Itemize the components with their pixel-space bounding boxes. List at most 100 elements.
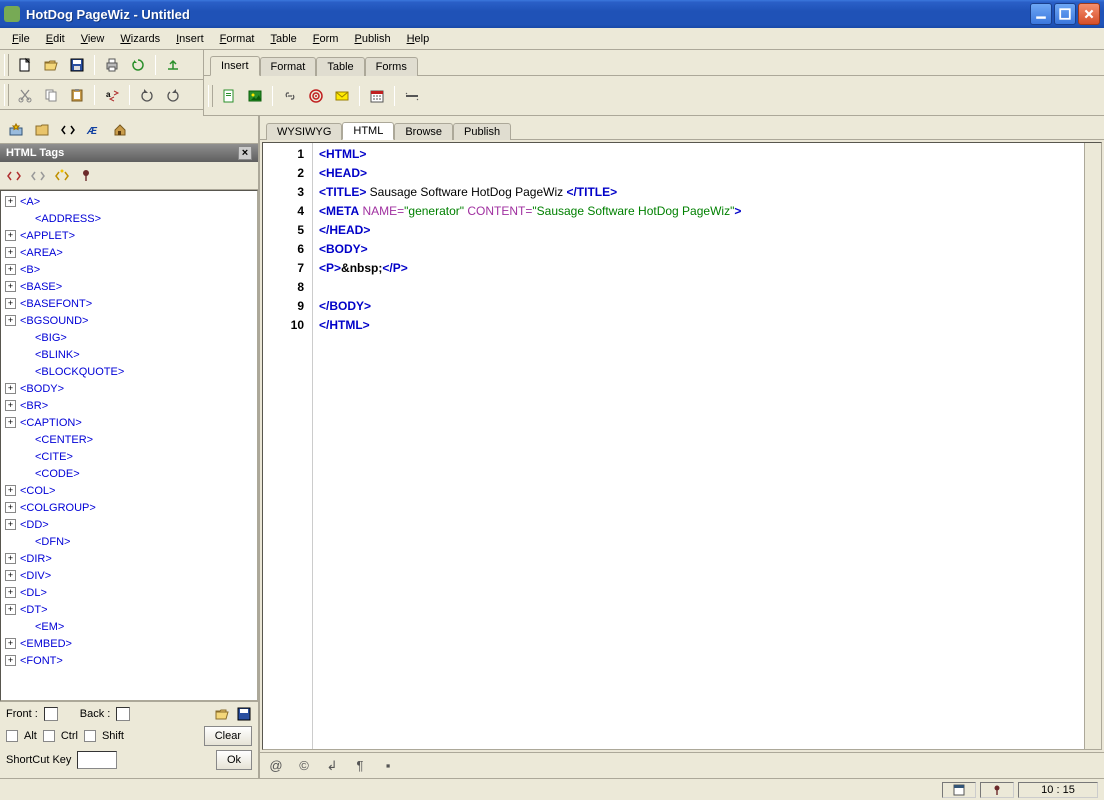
menu-publish[interactable]: Publish xyxy=(346,31,398,47)
tag-tool-pin-icon[interactable] xyxy=(78,168,94,184)
expander-icon[interactable]: + xyxy=(5,519,16,530)
tree-item[interactable]: +<APPLET> xyxy=(5,227,257,244)
tree-item[interactable]: +<BGSOUND> xyxy=(5,312,257,329)
insert-page-button[interactable] xyxy=(217,84,241,108)
maximize-button[interactable] xyxy=(1054,3,1076,25)
view-tab-html[interactable]: HTML xyxy=(342,122,394,140)
tree-item[interactable]: +<AREA> xyxy=(5,244,257,261)
menu-file[interactable]: File xyxy=(4,31,38,47)
close-button[interactable] xyxy=(1078,3,1100,25)
ok-button[interactable]: Ok xyxy=(216,750,252,770)
expander-icon[interactable]: + xyxy=(5,230,16,241)
tree-item[interactable]: +<BODY> xyxy=(5,380,257,397)
tree-item[interactable]: +<EMBED> xyxy=(5,635,257,652)
save-button[interactable] xyxy=(65,53,89,77)
top-tab-forms[interactable]: Forms xyxy=(365,57,418,76)
paste-button[interactable] xyxy=(65,83,89,107)
publish-button[interactable] xyxy=(161,53,185,77)
insert-target-button[interactable] xyxy=(304,84,328,108)
undo-button[interactable] xyxy=(135,83,159,107)
status-window-icon[interactable] xyxy=(942,782,976,798)
expander-icon[interactable]: + xyxy=(5,196,16,207)
menu-edit[interactable]: Edit xyxy=(38,31,73,47)
block-icon[interactable]: ▪ xyxy=(380,758,396,774)
expander-icon[interactable]: + xyxy=(5,298,16,309)
menu-table[interactable]: Table xyxy=(263,31,305,47)
shortcut-input[interactable] xyxy=(77,751,117,769)
redo-button[interactable] xyxy=(161,83,185,107)
new-file-button[interactable] xyxy=(13,53,37,77)
tree-item[interactable]: <BLOCKQUOTE> xyxy=(5,363,257,380)
top-tab-format[interactable]: Format xyxy=(260,57,317,76)
open-file-button[interactable] xyxy=(39,53,63,77)
tree-item[interactable]: <BLINK> xyxy=(5,346,257,363)
code-editor[interactable]: 12345678910 <HTML><HEAD><TITLE> Sausage … xyxy=(262,142,1102,750)
tree-item[interactable]: +<DT> xyxy=(5,601,257,618)
back-color-box[interactable] xyxy=(116,707,130,721)
tree-item[interactable]: +<BASEFONT> xyxy=(5,295,257,312)
tree-item[interactable]: +<BR> xyxy=(5,397,257,414)
tree-item[interactable]: <CODE> xyxy=(5,465,257,482)
menu-format[interactable]: Format xyxy=(212,31,263,47)
tree-item[interactable]: +<DD> xyxy=(5,516,257,533)
tree-item[interactable]: <BIG> xyxy=(5,329,257,346)
editor-scrollbar[interactable] xyxy=(1084,143,1101,749)
find-replace-button[interactable]: a xyxy=(100,83,124,107)
tree-item[interactable]: +<B> xyxy=(5,261,257,278)
menu-form[interactable]: Form xyxy=(305,31,347,47)
insert-image-button[interactable] xyxy=(243,84,267,108)
code-content[interactable]: <HTML><HEAD><TITLE> Sausage Software Hot… xyxy=(313,143,1084,749)
menu-wizards[interactable]: Wizards xyxy=(112,31,168,47)
tree-item[interactable]: +<COLGROUP> xyxy=(5,499,257,516)
clear-button[interactable]: Clear xyxy=(204,726,252,746)
tags-panel-close-button[interactable]: × xyxy=(238,146,252,160)
tags-tree[interactable]: +<A><ADDRESS>+<APPLET>+<AREA>+<B>+<BASE>… xyxy=(0,190,258,701)
expander-icon[interactable]: + xyxy=(5,638,16,649)
expander-icon[interactable]: + xyxy=(5,400,16,411)
tree-item[interactable]: +<BASE> xyxy=(5,278,257,295)
tree-item[interactable]: <EM> xyxy=(5,618,257,635)
expander-icon[interactable]: + xyxy=(5,417,16,428)
sidebar-char-icon[interactable]: Æ xyxy=(82,118,106,142)
refresh-button[interactable] xyxy=(126,53,150,77)
front-color-box[interactable] xyxy=(44,707,58,721)
tree-item[interactable]: <ADDRESS> xyxy=(5,210,257,227)
expander-icon[interactable]: + xyxy=(5,570,16,581)
arrow-icon[interactable]: ↲ xyxy=(324,758,340,774)
sidebar-home-icon[interactable] xyxy=(108,118,132,142)
tag-tool-red-icon[interactable] xyxy=(6,168,22,184)
tree-item[interactable]: +<DL> xyxy=(5,584,257,601)
expander-icon[interactable]: + xyxy=(5,553,16,564)
view-tab-browse[interactable]: Browse xyxy=(394,123,453,140)
expander-icon[interactable]: + xyxy=(5,655,16,666)
save-icon[interactable] xyxy=(236,706,252,722)
tree-item[interactable]: +<A> xyxy=(5,193,257,210)
expander-icon[interactable]: + xyxy=(5,247,16,258)
ctrl-checkbox[interactable] xyxy=(43,730,55,742)
menu-help[interactable]: Help xyxy=(399,31,438,47)
insert-link-button[interactable] xyxy=(278,84,302,108)
insert-date-button[interactable] xyxy=(365,84,389,108)
expander-icon[interactable]: + xyxy=(5,485,16,496)
top-tab-table[interactable]: Table xyxy=(316,57,364,76)
view-tab-wysiwyg[interactable]: WYSIWYG xyxy=(266,123,342,140)
tree-item[interactable]: +<DIV> xyxy=(5,567,257,584)
open-icon[interactable] xyxy=(214,706,230,722)
tree-item[interactable]: +<FONT> xyxy=(5,652,257,669)
expander-icon[interactable]: + xyxy=(5,604,16,615)
tree-item[interactable]: +<DIR> xyxy=(5,550,257,567)
insert-hr-button[interactable] xyxy=(400,84,424,108)
sidebar-code-icon[interactable] xyxy=(56,118,80,142)
top-tab-insert[interactable]: Insert xyxy=(210,56,260,76)
status-pin-icon[interactable] xyxy=(980,782,1014,798)
menu-insert[interactable]: Insert xyxy=(168,31,212,47)
expander-icon[interactable]: + xyxy=(5,281,16,292)
tree-item[interactable]: <CENTER> xyxy=(5,431,257,448)
sidebar-files-icon[interactable] xyxy=(30,118,54,142)
expander-icon[interactable]: + xyxy=(5,502,16,513)
expander-icon[interactable]: + xyxy=(5,383,16,394)
tree-item[interactable]: +<COL> xyxy=(5,482,257,499)
expander-icon[interactable]: + xyxy=(5,315,16,326)
sidebar-wizard-icon[interactable] xyxy=(4,118,28,142)
alt-checkbox[interactable] xyxy=(6,730,18,742)
